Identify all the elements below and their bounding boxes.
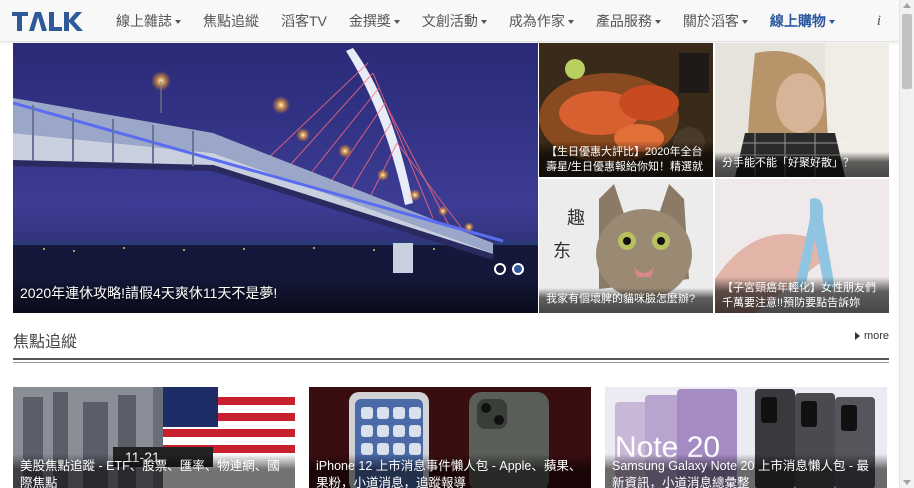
- nav-item[interactable]: 金撰獎: [338, 0, 411, 42]
- caret-down-icon: [393, 20, 400, 25]
- more-label[interactable]: more: [864, 330, 889, 342]
- caret-down-icon: [480, 20, 487, 25]
- nav-item-label[interactable]: 線上購物: [770, 13, 826, 29]
- play-icon: [854, 332, 860, 341]
- card-caption[interactable]: Samsung Galaxy Note 20 上市消息懶人包 - 最新資訊，小道…: [605, 454, 887, 488]
- caret-down-icon: [567, 20, 574, 25]
- page-scrollbar[interactable]: [899, 0, 914, 488]
- hero-caption[interactable]: 2020年連休攻略!請假4天爽休11天不是夢!: [13, 275, 538, 313]
- nav-item-label[interactable]: 線上雜誌: [116, 13, 172, 29]
- nav-item-label[interactable]: 焦點追縱: [203, 13, 259, 29]
- nav-item[interactable]: 產品服務: [585, 0, 672, 42]
- hero-slider[interactable]: 2020年連休攻略!請假4天爽休11天不是夢!: [13, 43, 538, 313]
- nav-item-label[interactable]: 產品服務: [596, 13, 652, 29]
- nav-item-label[interactable]: 關於滔客: [683, 13, 739, 29]
- article-tile[interactable]: 【子宮頸癌年輕化】女性朋友們千萬要注意!!預防要點告訴妳: [715, 179, 889, 313]
- bridge-night-image: [13, 43, 538, 313]
- talk-logo-icon: [12, 12, 83, 31]
- nav-item-label[interactable]: 滔客TV: [281, 13, 327, 29]
- info-icon[interactable]: i: [877, 0, 881, 42]
- caret-down-icon: [175, 20, 181, 25]
- news-card[interactable]: 11-21 美股焦點追蹤 - ETF、股票、匯率、物連網、國際焦點: [13, 387, 295, 488]
- tile-caption[interactable]: 【生日優惠大評比】2020年全台壽星/生日優惠報給你知！精選就: [539, 141, 713, 177]
- scroll-thumb[interactable]: [902, 14, 912, 89]
- scroll-down-icon[interactable]: [903, 480, 911, 485]
- nav-item-label[interactable]: 金撰獎: [349, 13, 391, 29]
- news-card[interactable]: iPhone 12 上市消息事件懶人包 - Apple、蘋果、果粉，小道消息，追…: [309, 387, 591, 488]
- top-navbar: 線上雜誌 焦點追縱 滔客TV 金撰獎 文創活動 成為作家 產品服務 關於滔客 線上購物 i: [0, 0, 899, 42]
- tile-caption[interactable]: 分手能不能「好聚好散」？: [715, 152, 889, 177]
- nav-item[interactable]: 線上購物: [759, 0, 846, 42]
- nav-item[interactable]: 線上雜誌: [105, 0, 192, 42]
- article-tile[interactable]: 趣 东 我家有個壞脾的貓咪臉怎麼辦?: [539, 179, 713, 313]
- caret-down-icon: [828, 20, 835, 25]
- main-menu: 線上雜誌 焦點追縱 滔客TV 金撰獎 文創活動 成為作家 產品服務 關於滔客 線上購物: [105, 0, 846, 42]
- section-divider: [13, 358, 889, 360]
- nav-item[interactable]: 成為作家: [498, 0, 585, 42]
- card-caption[interactable]: iPhone 12 上市消息事件懶人包 - Apple、蘋果、果粉，小道消息，追…: [309, 454, 591, 488]
- nav-item[interactable]: 滔客TV: [270, 0, 338, 42]
- nav-item[interactable]: 文創活動: [411, 0, 498, 42]
- card-caption[interactable]: 美股焦點追蹤 - ETF、股票、匯率、物連網、國際焦點: [13, 454, 295, 488]
- site-logo[interactable]: [12, 9, 84, 33]
- article-tile[interactable]: 【生日優惠大評比】2020年全台壽星/生日優惠報給你知！精選就: [539, 43, 713, 177]
- nav-item[interactable]: 關於滔客: [672, 0, 759, 42]
- tile-caption[interactable]: 【子宮頸癌年輕化】女性朋友們千萬要注意!!預防要點告訴妳: [715, 277, 889, 313]
- nav-item-label[interactable]: 成為作家: [509, 13, 565, 29]
- scroll-up-icon[interactable]: [903, 3, 911, 8]
- nav-item-label[interactable]: 文創活動: [422, 13, 478, 29]
- slider-dots: [494, 263, 524, 275]
- hero-caption-text[interactable]: 2020年連休攻略!請假4天爽休11天不是夢!: [20, 283, 277, 303]
- news-card[interactable]: Note 20 Samsung Galaxy Note 20 上市消息懶人包 -…: [605, 387, 887, 488]
- caret-down-icon: [741, 20, 748, 25]
- caret-down-icon: [654, 20, 661, 25]
- svg-text:趣: 趣: [567, 208, 585, 229]
- svg-text:东: 东: [553, 241, 571, 262]
- slider-dot-1[interactable]: [494, 263, 506, 275]
- tile-caption[interactable]: 我家有個壞脾的貓咪臉怎麼辦?: [539, 288, 713, 313]
- section-divider-thin: [13, 362, 889, 363]
- more-link[interactable]: more: [854, 330, 889, 342]
- slider-dot-2[interactable]: [512, 263, 524, 275]
- section-title: 焦點追縱: [13, 334, 78, 351]
- article-tile[interactable]: 分手能不能「好聚好散」？: [715, 43, 889, 177]
- nav-item[interactable]: 焦點追縱: [192, 0, 270, 42]
